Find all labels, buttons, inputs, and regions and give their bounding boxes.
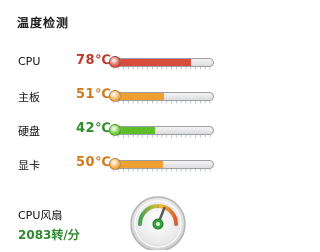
temperature-gauge — [109, 90, 214, 104]
gauge-track — [112, 160, 214, 169]
temperature-gauge — [109, 124, 214, 138]
gauge-track — [112, 58, 214, 67]
gauge-ticks — [113, 135, 211, 138]
panel-title: 温度检测 — [17, 16, 70, 30]
gauge-ticks — [113, 169, 211, 172]
fan-label: CPU风扇 — [18, 209, 63, 222]
gauge-ticks — [113, 101, 211, 104]
sensor-row-motherboard: 主板 51℃ — [0, 86, 215, 106]
sensor-value: 42℃ — [76, 121, 112, 136]
temperature-panel: 温度检测 CPU 78℃ 主板 51℃ 硬盘 42℃ 显卡 50℃ CPU风扇 … — [0, 0, 215, 252]
sensor-value: 50℃ — [76, 155, 112, 170]
fan-speed-value: 2083转/分 — [18, 228, 80, 242]
sensor-label: CPU — [18, 55, 41, 68]
gauge-fill — [113, 59, 191, 66]
sensor-label: 硬盘 — [18, 125, 40, 138]
sensor-row-gpu: 显卡 50℃ — [0, 154, 215, 174]
temperature-gauge — [109, 56, 214, 70]
sensor-label: 主板 — [18, 91, 40, 104]
sensor-row-cpu: CPU 78℃ — [0, 52, 215, 72]
sensor-label: 显卡 — [18, 159, 40, 172]
gauge-track — [112, 126, 214, 135]
gauge-ticks — [113, 67, 211, 70]
sensor-value: 78℃ — [76, 53, 112, 68]
fan-dial-icon — [130, 196, 186, 250]
gauge-track — [112, 92, 214, 101]
sensor-value: 51℃ — [76, 87, 112, 102]
temperature-gauge — [109, 158, 214, 172]
sensor-row-disk: 硬盘 42℃ — [0, 120, 215, 140]
